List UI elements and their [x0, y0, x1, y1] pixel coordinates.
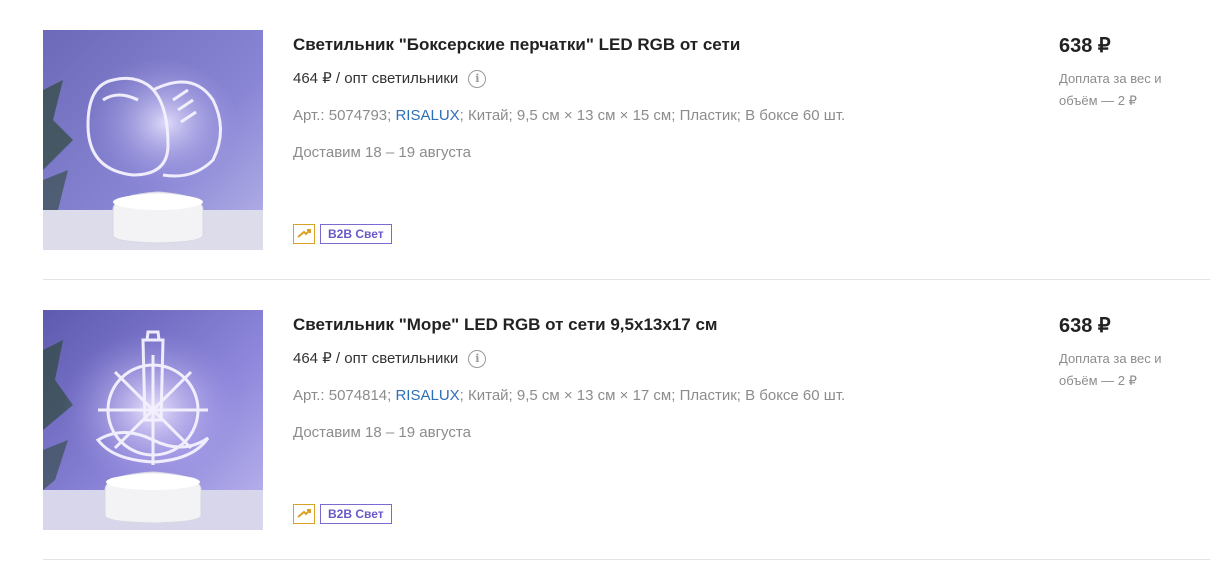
wholesale-price: 464 ₽ / опт светильники i — [293, 348, 1013, 370]
wholesale-price-text: 464 ₽ / опт светильники — [293, 70, 459, 87]
product-info: Светильник "Море" LED RGB от сети 9,5х13… — [293, 310, 1013, 444]
specs-details: ; Китай; 9,5 см × 13 см × 15 см; Пластик… — [459, 107, 846, 124]
article-number: Арт.: 5074793; — [293, 107, 392, 124]
product-specs: Арт.: 5074793; RISALUX; Китай; 9,5 см × … — [293, 105, 1013, 127]
b2b-badge[interactable]: B2B Свет — [320, 504, 392, 524]
badges: B2B Свет — [293, 504, 392, 524]
price-block: 638 ₽ Доплата за вес и объём — 2 ₽ — [1059, 33, 1209, 112]
price-block: 638 ₽ Доплата за вес и объём — 2 ₽ — [1059, 313, 1209, 392]
brand-link[interactable]: RISALUX — [395, 107, 459, 124]
product-title[interactable]: Светильник "Боксерские перчатки" LED RGB… — [293, 30, 1013, 60]
product-info: Светильник "Боксерские перчатки" LED RGB… — [293, 30, 1013, 164]
product-card: Светильник "Море" LED RGB от сети 9,5х13… — [43, 280, 1210, 560]
product-image[interactable] — [43, 310, 263, 530]
price: 638 ₽ — [1059, 35, 1111, 57]
delivery-truck-icon[interactable] — [293, 504, 315, 524]
article-number: Арт.: 5074814; — [293, 387, 392, 404]
b2b-badge[interactable]: B2B Свет — [320, 224, 392, 244]
wholesale-price: 464 ₽ / опт светильники i — [293, 68, 1013, 90]
info-icon[interactable]: i — [468, 70, 487, 88]
surcharge-note: Доплата за вес и объём — 2 ₽ — [1059, 71, 1162, 108]
boxing-gloves-lamp-image — [43, 30, 263, 250]
product-card: Светильник "Боксерские перчатки" LED RGB… — [43, 0, 1210, 280]
delivery-date: Доставим 18 – 19 августа — [293, 424, 471, 441]
delivery-date: Доставим 18 – 19 августа — [293, 144, 471, 161]
product-title[interactable]: Светильник "Море" LED RGB от сети 9,5х13… — [293, 310, 1013, 340]
product-image[interactable] — [43, 30, 263, 250]
product-specs: Арт.: 5074814; RISALUX; Китай; 9,5 см × … — [293, 385, 1013, 407]
info-icon[interactable]: i — [468, 350, 487, 368]
surcharge-note: Доплата за вес и объём — 2 ₽ — [1059, 351, 1162, 388]
delivery-truck-icon[interactable] — [293, 224, 315, 244]
brand-link[interactable]: RISALUX — [395, 387, 459, 404]
price: 638 ₽ — [1059, 315, 1111, 337]
sea-lighthouse-lamp-image — [43, 310, 263, 530]
specs-details: ; Китай; 9,5 см × 13 см × 17 см; Пластик… — [459, 387, 846, 404]
wholesale-price-text: 464 ₽ / опт светильники — [293, 350, 459, 367]
badges: B2B Свет — [293, 224, 392, 244]
